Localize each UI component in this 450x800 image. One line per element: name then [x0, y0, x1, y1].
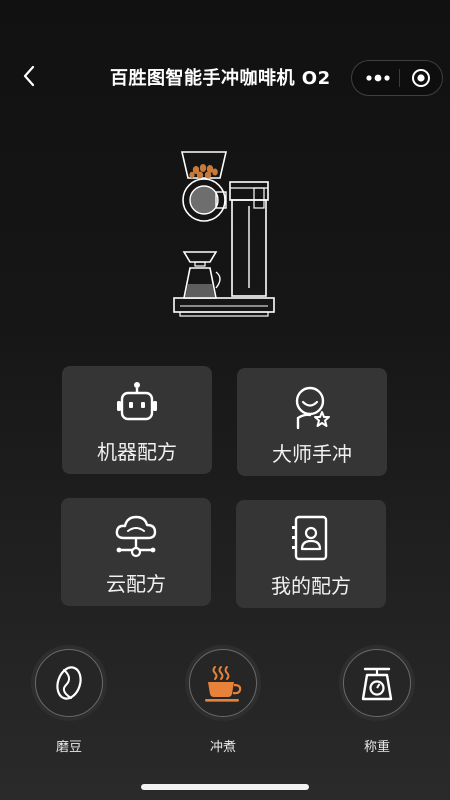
mode-ring — [35, 649, 103, 717]
menu-capsule — [351, 60, 443, 96]
back-button[interactable] — [14, 61, 44, 91]
home-indicator[interactable] — [141, 784, 309, 790]
brew-mode-label: 冲煮 — [209, 740, 236, 755]
scale-icon — [361, 667, 393, 701]
my-recipe-card[interactable]: 我的配方 — [236, 500, 386, 608]
card-label: 云配方 — [106, 572, 166, 596]
page-title: 百胜图智能手冲咖啡机 O2 — [110, 68, 331, 89]
card-label: 机器配方 — [97, 440, 177, 464]
mode-ring — [343, 649, 411, 717]
grind-mode-button[interactable] — [31, 645, 107, 721]
close-miniprogram-button[interactable] — [408, 67, 434, 89]
more-dots-icon — [366, 74, 390, 82]
cloud-recipe-card[interactable]: 云配方 — [61, 498, 211, 606]
chevron-left-icon — [23, 65, 35, 87]
status-bar-area — [0, 0, 450, 40]
weigh-mode-button[interactable] — [339, 645, 415, 721]
coffee-machine-illustration — [173, 151, 275, 317]
coffee-cup-icon — [205, 666, 242, 702]
more-button[interactable] — [362, 67, 394, 89]
weigh-mode-label: 称重 — [363, 740, 390, 755]
mode-ring — [189, 649, 257, 717]
target-close-icon — [412, 69, 430, 87]
machine-recipe-card[interactable]: 机器配方 — [62, 366, 212, 474]
grind-mode-label: 磨豆 — [55, 740, 82, 755]
nav-header: 百胜图智能手冲咖啡机 O2 — [0, 52, 450, 102]
contact-card-icon — [292, 515, 328, 561]
card-label: 大师手冲 — [272, 442, 352, 466]
master-barista-icon — [295, 386, 330, 430]
brew-mode-button[interactable] — [185, 645, 261, 721]
card-label: 我的配方 — [271, 574, 351, 598]
cloud-network-icon — [115, 515, 157, 558]
capsule-divider — [399, 69, 400, 87]
robot-icon — [117, 382, 157, 421]
master-pourover-card[interactable]: 大师手冲 — [237, 368, 387, 476]
coffee-bean-icon — [56, 666, 82, 700]
